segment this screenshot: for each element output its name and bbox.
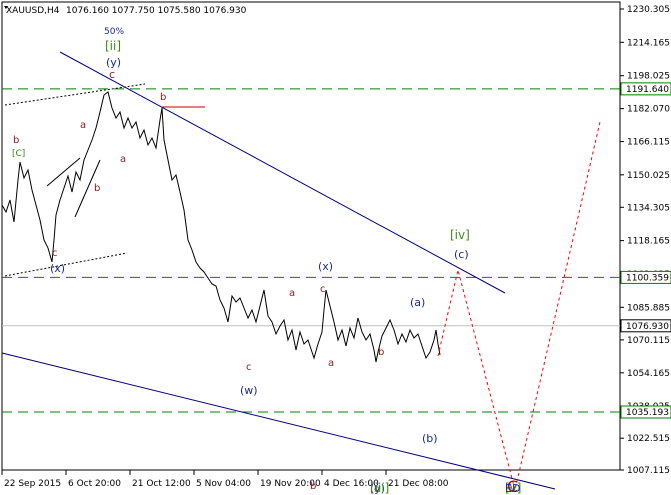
price-level-labels: 1191.640 1100.359 1035.193 1076.930 xyxy=(620,82,671,419)
price-tick-label: 1214.165 xyxy=(627,38,670,48)
time-tick-label: 6 Oct 20:00 xyxy=(68,479,121,489)
wave-label: c xyxy=(52,248,58,259)
wave-label: [iv] xyxy=(450,228,470,242)
wave-label: [ii] xyxy=(105,39,121,53)
level-price-label: 1191.640 xyxy=(626,85,669,95)
wave-label: (w) xyxy=(240,384,258,397)
wave-label: [iii] xyxy=(370,481,389,495)
ohlc-readout: 1076.160 1077.750 1075.580 1076.930 xyxy=(66,6,247,16)
price-tick-label: 1070.115 xyxy=(627,336,670,346)
wave-label: [C] xyxy=(12,149,25,159)
level-price-label: 1076.930 xyxy=(626,322,669,332)
price-tick-label: 1118.165 xyxy=(627,237,670,247)
price-chart[interactable]: XAUUSD,H4 1076.160 1077.750 1075.580 107… xyxy=(0,0,671,495)
wave-label: b xyxy=(13,135,19,146)
price-tick-label: 1166.115 xyxy=(627,138,670,148)
level-price-label: 1035.193 xyxy=(626,408,669,418)
symbol-timeframe: XAUUSD,H4 xyxy=(6,6,60,16)
price-tick-label: 1054.165 xyxy=(627,369,670,379)
price-tick-label: 1022.515 xyxy=(627,434,670,444)
wave-label: (a) xyxy=(410,296,425,309)
wave-label: b xyxy=(94,183,100,194)
wave-label: a xyxy=(289,288,295,299)
wave-label: c xyxy=(109,68,115,81)
wave-label: a xyxy=(120,154,126,165)
price-tick-label: 1085.885 xyxy=(627,303,670,313)
wave-label: (x) xyxy=(318,260,333,273)
price-tick-label: 1007.115 xyxy=(627,466,670,476)
plot-area[interactable] xyxy=(1,1,621,471)
price-axis: 1230.305 1214.165 1198.025 1182.070 1166.115… xyxy=(620,5,670,476)
time-tick-label: 22 Sep 2015 xyxy=(4,479,61,489)
wave-label: (c) xyxy=(454,248,469,261)
price-tick-label: 1198.025 xyxy=(627,72,670,82)
wave-label: a xyxy=(80,120,86,131)
wave-label: (b) xyxy=(422,432,438,445)
wave-label: ED xyxy=(505,482,520,495)
time-tick-label: 21 Oct 12:00 xyxy=(132,479,191,489)
price-tick-label: 1230.305 xyxy=(627,5,670,15)
wave-label: (x) xyxy=(50,262,65,275)
wave-label: a xyxy=(328,358,334,369)
time-tick-label: 5 Nov 04:00 xyxy=(196,479,251,489)
wave-label: b xyxy=(378,347,384,358)
time-tick-label: 21 Dec 08:00 xyxy=(388,479,449,489)
wave-label: c xyxy=(246,362,252,373)
wave-label: b xyxy=(310,481,316,492)
wave-label: c xyxy=(320,284,326,295)
level-price-label: 1100.359 xyxy=(626,273,669,283)
wave-label: 50% xyxy=(104,27,124,37)
price-tick-label: 1182.070 xyxy=(627,105,670,115)
wave-label: b xyxy=(160,92,166,103)
price-tick-label: 1134.305 xyxy=(627,203,670,213)
price-tick-label: 1150.025 xyxy=(627,171,670,181)
